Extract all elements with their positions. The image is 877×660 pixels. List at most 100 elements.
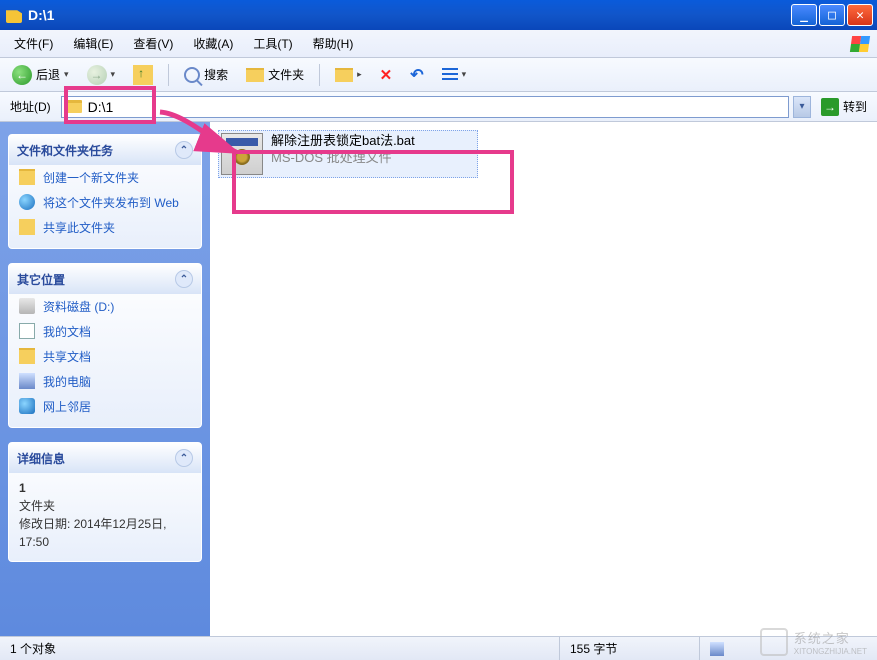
address-dropdown[interactable]: ▾: [793, 96, 811, 118]
window-title: D:\1: [28, 7, 54, 23]
panel-header[interactable]: 其它位置 ⌃: [9, 264, 201, 294]
go-button[interactable]: → 转到: [815, 96, 873, 118]
move-icon: [335, 68, 353, 82]
content-area[interactable]: 解除注册表锁定bat法.bat MS-DOS 批处理文件: [210, 122, 877, 636]
search-button[interactable]: 搜索: [178, 63, 234, 86]
delete-button[interactable]: ✕: [374, 63, 399, 87]
status-size: 155 字节: [560, 637, 700, 660]
maximize-button[interactable]: □: [819, 4, 845, 26]
address-label: 地址(D): [4, 98, 57, 115]
folder-icon: [19, 169, 35, 185]
up-button[interactable]: [127, 62, 159, 88]
toolbar: ← 后退 ▾ → ▾ 搜索 文件夹 ▸ ✕ ↶ ▾: [0, 58, 877, 92]
chevron-down-icon: ▾: [64, 69, 69, 80]
address-value: D:\1: [88, 99, 114, 115]
minimize-button[interactable]: _: [791, 4, 817, 26]
collapse-icon[interactable]: ⌃: [175, 449, 193, 467]
panel-header[interactable]: 文件和文件夹任务 ⌃: [9, 135, 201, 165]
batch-file-icon: [221, 133, 263, 175]
forward-button[interactable]: → ▾: [81, 62, 122, 88]
folder-icon: [6, 7, 22, 23]
up-icon: [133, 65, 153, 85]
back-button[interactable]: ← 后退 ▾: [6, 62, 75, 88]
folder-icon: [66, 100, 82, 113]
place-my-computer[interactable]: 我的电脑: [9, 369, 201, 394]
menu-file[interactable]: 文件(F): [4, 31, 63, 56]
disk-icon: [19, 298, 35, 314]
menu-edit[interactable]: 编辑(E): [63, 31, 123, 56]
panel-tasks: 文件和文件夹任务 ⌃ 创建一个新文件夹 将这个文件夹发布到 Web 共享此文件夹: [8, 134, 202, 249]
menu-view[interactable]: 查看(V): [123, 31, 183, 56]
file-name: 解除注册表锁定bat法.bat: [271, 133, 415, 150]
folders-button[interactable]: 文件夹: [240, 63, 310, 86]
status-object-count: 1 个对象: [0, 637, 560, 660]
item-label: 共享文档: [43, 348, 91, 365]
place-network[interactable]: 网上邻居: [9, 394, 201, 419]
chevron-down-icon: ▾: [111, 69, 116, 80]
item-label: 我的电脑: [43, 373, 91, 390]
place-shared-documents[interactable]: 共享文档: [9, 344, 201, 369]
views-button[interactable]: ▾: [436, 65, 473, 85]
panel-title: 其它位置: [17, 271, 65, 288]
file-text: 解除注册表锁定bat法.bat MS-DOS 批处理文件: [271, 133, 415, 167]
separator: [168, 64, 169, 86]
place-my-documents[interactable]: 我的文档: [9, 319, 201, 344]
file-type: MS-DOS 批处理文件: [271, 150, 415, 167]
separator: [319, 64, 320, 86]
place-drive-d[interactable]: 资料磁盘 (D:): [9, 294, 201, 319]
undo-button[interactable]: ↶: [404, 62, 429, 88]
move-to-button[interactable]: ▸: [329, 65, 368, 85]
go-label: 转到: [843, 98, 867, 115]
titlebar: D:\1 _ □ ✕: [0, 0, 877, 30]
panel-other-places: 其它位置 ⌃ 资料磁盘 (D:) 我的文档 共享文档 我的电脑 网上邻居: [8, 263, 202, 428]
windows-flag-icon: [849, 34, 871, 54]
panel-header[interactable]: 详细信息 ⌃: [9, 443, 201, 473]
computer-icon: [710, 642, 724, 656]
share-icon: [19, 219, 35, 235]
globe-icon: [19, 194, 35, 210]
panel-title: 详细信息: [17, 450, 65, 467]
details-body: 1 文件夹 修改日期: 2014年12月25日, 17:50: [9, 473, 201, 553]
menubar: 文件(F) 编辑(E) 查看(V) 收藏(A) 工具(T) 帮助(H): [0, 30, 877, 58]
task-share[interactable]: 共享此文件夹: [9, 215, 201, 240]
collapse-icon[interactable]: ⌃: [175, 270, 193, 288]
views-icon: [442, 68, 458, 82]
delete-icon: ✕: [380, 66, 393, 84]
network-icon: [19, 398, 35, 414]
menu-favorites[interactable]: 收藏(A): [183, 31, 243, 56]
search-label: 搜索: [204, 66, 228, 83]
file-item[interactable]: 解除注册表锁定bat法.bat MS-DOS 批处理文件: [218, 130, 478, 178]
item-label: 我的文档: [43, 323, 91, 340]
go-icon: →: [821, 98, 839, 116]
status-bar: 1 个对象 155 字节: [0, 636, 877, 660]
forward-icon: →: [87, 65, 107, 85]
folder-icon: [246, 68, 264, 82]
back-icon: ←: [12, 65, 32, 85]
sidebar: 文件和文件夹任务 ⌃ 创建一个新文件夹 将这个文件夹发布到 Web 共享此文件夹…: [0, 122, 210, 636]
folder-icon: [19, 348, 35, 364]
menu-help[interactable]: 帮助(H): [303, 31, 364, 56]
collapse-icon[interactable]: ⌃: [175, 141, 193, 159]
document-icon: [19, 323, 35, 339]
address-input[interactable]: D:\1: [61, 96, 789, 118]
status-right: [700, 637, 877, 660]
search-icon: [184, 67, 200, 83]
details-mod-label: 修改日期:: [19, 517, 70, 531]
folders-label: 文件夹: [268, 66, 304, 83]
undo-icon: ↶: [410, 65, 423, 85]
close-button[interactable]: ✕: [847, 4, 873, 26]
item-label: 网上邻居: [43, 398, 91, 415]
menu-tools[interactable]: 工具(T): [243, 31, 302, 56]
chevron-down-icon: ▾: [462, 69, 467, 80]
computer-icon: [19, 373, 35, 389]
panel-title: 文件和文件夹任务: [17, 142, 113, 159]
address-bar: 地址(D) D:\1 ▾ → 转到: [0, 92, 877, 122]
task-publish-web[interactable]: 将这个文件夹发布到 Web: [9, 190, 201, 215]
main-area: 文件和文件夹任务 ⌃ 创建一个新文件夹 将这个文件夹发布到 Web 共享此文件夹…: [0, 122, 877, 636]
item-label: 将这个文件夹发布到 Web: [43, 194, 179, 211]
panel-details: 详细信息 ⌃ 1 文件夹 修改日期: 2014年12月25日, 17:50: [8, 442, 202, 562]
details-type: 文件夹: [19, 497, 191, 515]
task-new-folder[interactable]: 创建一个新文件夹: [9, 165, 201, 190]
back-label: 后退: [36, 66, 60, 83]
item-label: 创建一个新文件夹: [43, 169, 139, 186]
